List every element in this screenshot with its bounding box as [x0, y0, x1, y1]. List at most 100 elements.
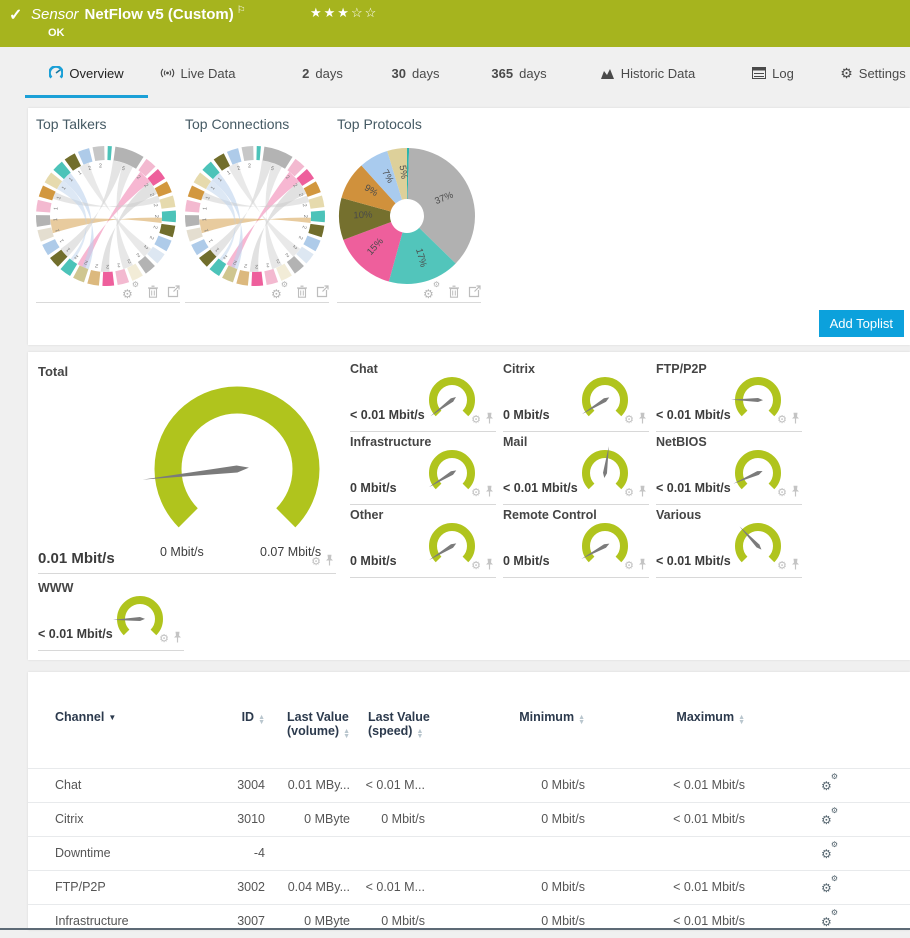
- gauge-value: < 0.01 Mbit/s: [656, 408, 731, 422]
- chart-icon: [600, 67, 615, 80]
- channel-settings-icon[interactable]: ⚙ ⚙: [821, 807, 838, 827]
- svg-text:2: 2: [244, 262, 248, 268]
- gear-icon[interactable]: ⚙: [777, 487, 787, 499]
- pin-icon[interactable]: [485, 557, 494, 575]
- svg-text:2: 2: [106, 263, 109, 269]
- cell-id: -4: [253, 846, 265, 860]
- tab-settings[interactable]: ⚙ Settings: [838, 55, 908, 91]
- pin-icon[interactable]: [325, 553, 334, 571]
- sort-arrows-icon: ▲ ▼: [416, 728, 424, 740]
- toplist-panel-talkers: Top Talkers 522222222222222211111111122 …: [36, 116, 184, 303]
- column-header-channel[interactable]: Channel ▼: [55, 710, 116, 724]
- chord-chart-top-talkers[interactable]: 52222222222222221111111112 2: [36, 146, 176, 286]
- toplist-settings-icon[interactable]: ⚙ ⚙: [122, 281, 139, 301]
- open-external-icon[interactable]: [167, 284, 180, 298]
- trash-icon[interactable]: [448, 285, 460, 298]
- cell-minimum: 0 Mbit/s: [541, 914, 585, 928]
- chord-chart-top-connections[interactable]: 52222222222222221111111112 2: [185, 146, 325, 286]
- svg-text:2: 2: [135, 251, 141, 258]
- gauge-title: NetBIOS: [656, 435, 707, 449]
- tab-live-data-label: Live Data: [180, 65, 236, 81]
- gear-icon[interactable]: ⚙: [777, 414, 787, 426]
- channel-settings-icon[interactable]: ⚙ ⚙: [821, 841, 838, 861]
- tab-live-data[interactable]: Live Data: [150, 55, 245, 91]
- column-header-maximum[interactable]: Maximum ▲ ▼: [676, 710, 745, 726]
- toplist-settings-icon[interactable]: ⚙ ⚙: [271, 281, 288, 301]
- tab-2-days-unit: days: [315, 65, 343, 81]
- cell-last-value-speed: 0 Mbit/s: [381, 914, 425, 928]
- pin-icon[interactable]: [791, 484, 800, 502]
- pin-icon[interactable]: [485, 411, 494, 429]
- toplist-title: Top Protocols: [337, 116, 422, 132]
- divider: [337, 302, 481, 303]
- toplist-settings-icon[interactable]: ⚙ ⚙: [423, 281, 440, 301]
- gear-icon[interactable]: ⚙: [471, 560, 481, 572]
- gear-icon[interactable]: ⚙: [624, 414, 634, 426]
- tab-30-days[interactable]: 30 days: [383, 55, 448, 91]
- gauge-value: < 0.01 Mbit/s: [503, 481, 578, 495]
- table-row: Infrastructure 3007 0 MByte 0 Mbit/s 0 M…: [28, 904, 910, 938]
- svg-text:2: 2: [255, 263, 258, 269]
- gauge-cell: Infrastructure 0 Mbit/s ⚙: [350, 433, 496, 505]
- priority-stars[interactable]: ★★★☆☆: [310, 5, 378, 21]
- channel-table: Channel ▼ ID ▲ ▼ Last Value (volume) ▲ ▼ Last …: [28, 672, 910, 938]
- tab-365-days[interactable]: 365 days: [483, 55, 555, 91]
- pin-icon[interactable]: [638, 557, 647, 575]
- pin-icon[interactable]: [485, 484, 494, 502]
- tab-log[interactable]: Log: [744, 55, 802, 91]
- table-row: Citrix 3010 0 MByte 0 Mbit/s 0 Mbit/s < …: [28, 802, 910, 836]
- channel-settings-icon[interactable]: ⚙ ⚙: [821, 909, 838, 929]
- cell-maximum: < 0.01 Mbit/s: [673, 880, 745, 894]
- gear-icon[interactable]: ⚙: [777, 560, 787, 572]
- svg-text:1: 1: [59, 238, 66, 244]
- column-header-last-value-speed[interactable]: Last Value (speed) ▲ ▼: [368, 710, 430, 740]
- gauge-cell: FTP/P2P < 0.01 Mbit/s ⚙: [656, 360, 802, 432]
- column-header-minimum[interactable]: Minimum ▲ ▼: [519, 710, 585, 726]
- gear-icon: ⚙: [840, 65, 853, 81]
- pin-icon[interactable]: [638, 411, 647, 429]
- open-external-icon[interactable]: [468, 284, 481, 298]
- gear-icon[interactable]: ⚙: [471, 414, 481, 426]
- tab-overview[interactable]: Overview: [25, 55, 148, 98]
- cell-minimum: 0 Mbit/s: [541, 812, 585, 826]
- column-header-id[interactable]: ID ▲ ▼: [242, 710, 265, 726]
- gauge-title: WWW: [38, 581, 74, 595]
- gear-icon[interactable]: ⚙: [624, 487, 634, 499]
- tab-2-days-number: 2: [302, 65, 310, 81]
- cell-id: 3010: [237, 812, 265, 826]
- table-header-row: Channel ▼ ID ▲ ▼ Last Value (volume) ▲ ▼ Last …: [28, 672, 910, 768]
- cell-last-value-volume: 0.01 MBy...: [287, 778, 350, 792]
- table-row: Chat 3004 0.01 MBy... < 0.01 M... 0 Mbit…: [28, 768, 910, 802]
- channel-table-card: Channel ▼ ID ▲ ▼ Last Value (volume) ▲ ▼ Last …: [28, 672, 910, 930]
- pin-icon[interactable]: [791, 557, 800, 575]
- svg-text:2: 2: [301, 203, 308, 207]
- tab-settings-label: Settings: [858, 65, 906, 81]
- svg-text:2: 2: [87, 165, 92, 172]
- open-external-icon[interactable]: [316, 284, 329, 298]
- svg-text:1: 1: [208, 238, 215, 244]
- trash-icon[interactable]: [147, 285, 159, 298]
- pin-icon[interactable]: [173, 630, 182, 648]
- channel-settings-icon[interactable]: ⚙ ⚙: [821, 875, 838, 895]
- gear-icon[interactable]: ⚙: [311, 556, 321, 568]
- pin-icon[interactable]: [638, 484, 647, 502]
- gauge-value: < 0.01 Mbit/s: [350, 408, 425, 422]
- channel-settings-icon[interactable]: ⚙ ⚙: [821, 773, 838, 793]
- gauge-cell: Citrix 0 Mbit/s ⚙: [503, 360, 649, 432]
- gear-icon[interactable]: ⚙: [159, 633, 169, 645]
- svg-text:2: 2: [95, 262, 99, 268]
- pin-icon[interactable]: [791, 411, 800, 429]
- add-toplist-button[interactable]: Add Toplist: [818, 310, 904, 337]
- tab-historic-data[interactable]: Historic Data: [595, 55, 700, 91]
- trash-icon[interactable]: [296, 285, 308, 298]
- gear-icon[interactable]: ⚙: [471, 487, 481, 499]
- gear-icon[interactable]: ⚙: [624, 560, 634, 572]
- svg-text:2: 2: [302, 215, 308, 218]
- log-list-icon: [752, 67, 767, 79]
- svg-text:1: 1: [202, 218, 208, 221]
- column-header-last-value-volume[interactable]: Last Value (volume) ▲ ▼: [287, 710, 350, 740]
- cell-channel: Infrastructure: [55, 914, 129, 928]
- gauge-title: Mail: [503, 435, 528, 449]
- tab-2-days[interactable]: 2 days: [295, 55, 350, 91]
- pie-chart-top-protocols[interactable]: 37%17%15%10%9%7% 5%: [337, 146, 477, 286]
